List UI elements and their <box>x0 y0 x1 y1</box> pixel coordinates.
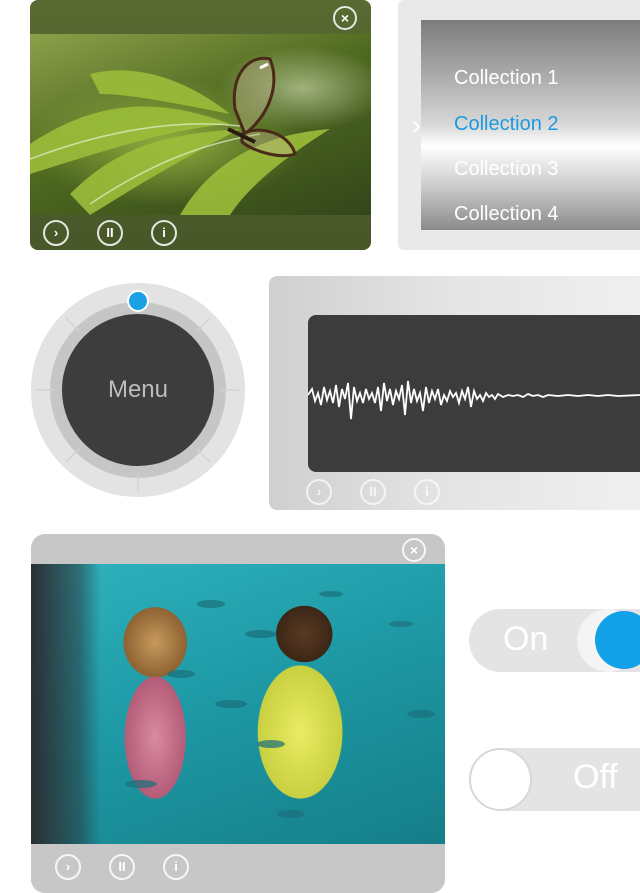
media-player-top: × › II i <box>30 0 371 250</box>
list-item[interactable]: Collection 3 <box>454 158 559 181</box>
collection-list-card: › Collection 1 Collection 2 Collection 3… <box>398 0 640 250</box>
media-player-bottom: × › II i <box>31 534 445 893</box>
controls-bar <box>30 215 371 250</box>
close-icon[interactable]: × <box>333 6 357 30</box>
menu-button[interactable]: Menu <box>62 314 214 466</box>
top-bar <box>30 0 371 34</box>
chevron-right-icon: › <box>412 110 421 140</box>
next-icon[interactable]: › <box>306 479 332 505</box>
pause-icon[interactable]: II <box>97 220 123 246</box>
list-item-active[interactable]: Collection 2 <box>454 113 559 136</box>
list-item[interactable]: Collection 1 <box>454 67 559 90</box>
info-icon[interactable]: i <box>151 220 177 246</box>
waveform <box>308 380 640 420</box>
fish-shapes <box>125 591 435 818</box>
close-icon[interactable]: × <box>402 538 426 562</box>
toggle-off[interactable]: Off <box>469 748 640 811</box>
dial-indicator[interactable] <box>127 290 149 312</box>
pause-icon[interactable]: II <box>360 479 386 505</box>
collection-list: › Collection 1 Collection 2 Collection 3… <box>412 20 640 230</box>
list-item[interactable]: Collection 4 <box>454 203 559 226</box>
controls-bar <box>31 844 445 893</box>
toggle-on[interactable]: On <box>469 609 640 672</box>
toggle-off-label: Off <box>573 758 618 796</box>
butterfly-photo <box>30 34 371 215</box>
aquarium-photo <box>31 564 445 844</box>
toggle-on-label: On <box>503 620 549 658</box>
waveform-panel <box>308 315 640 472</box>
info-icon[interactable]: i <box>414 479 440 505</box>
pause-icon[interactable]: II <box>109 854 135 880</box>
next-icon[interactable]: › <box>55 854 81 880</box>
audio-player: › II i <box>269 276 640 510</box>
toggle-knob-off[interactable] <box>469 748 532 811</box>
info-icon[interactable]: i <box>163 854 189 880</box>
next-icon[interactable]: › <box>43 220 69 246</box>
